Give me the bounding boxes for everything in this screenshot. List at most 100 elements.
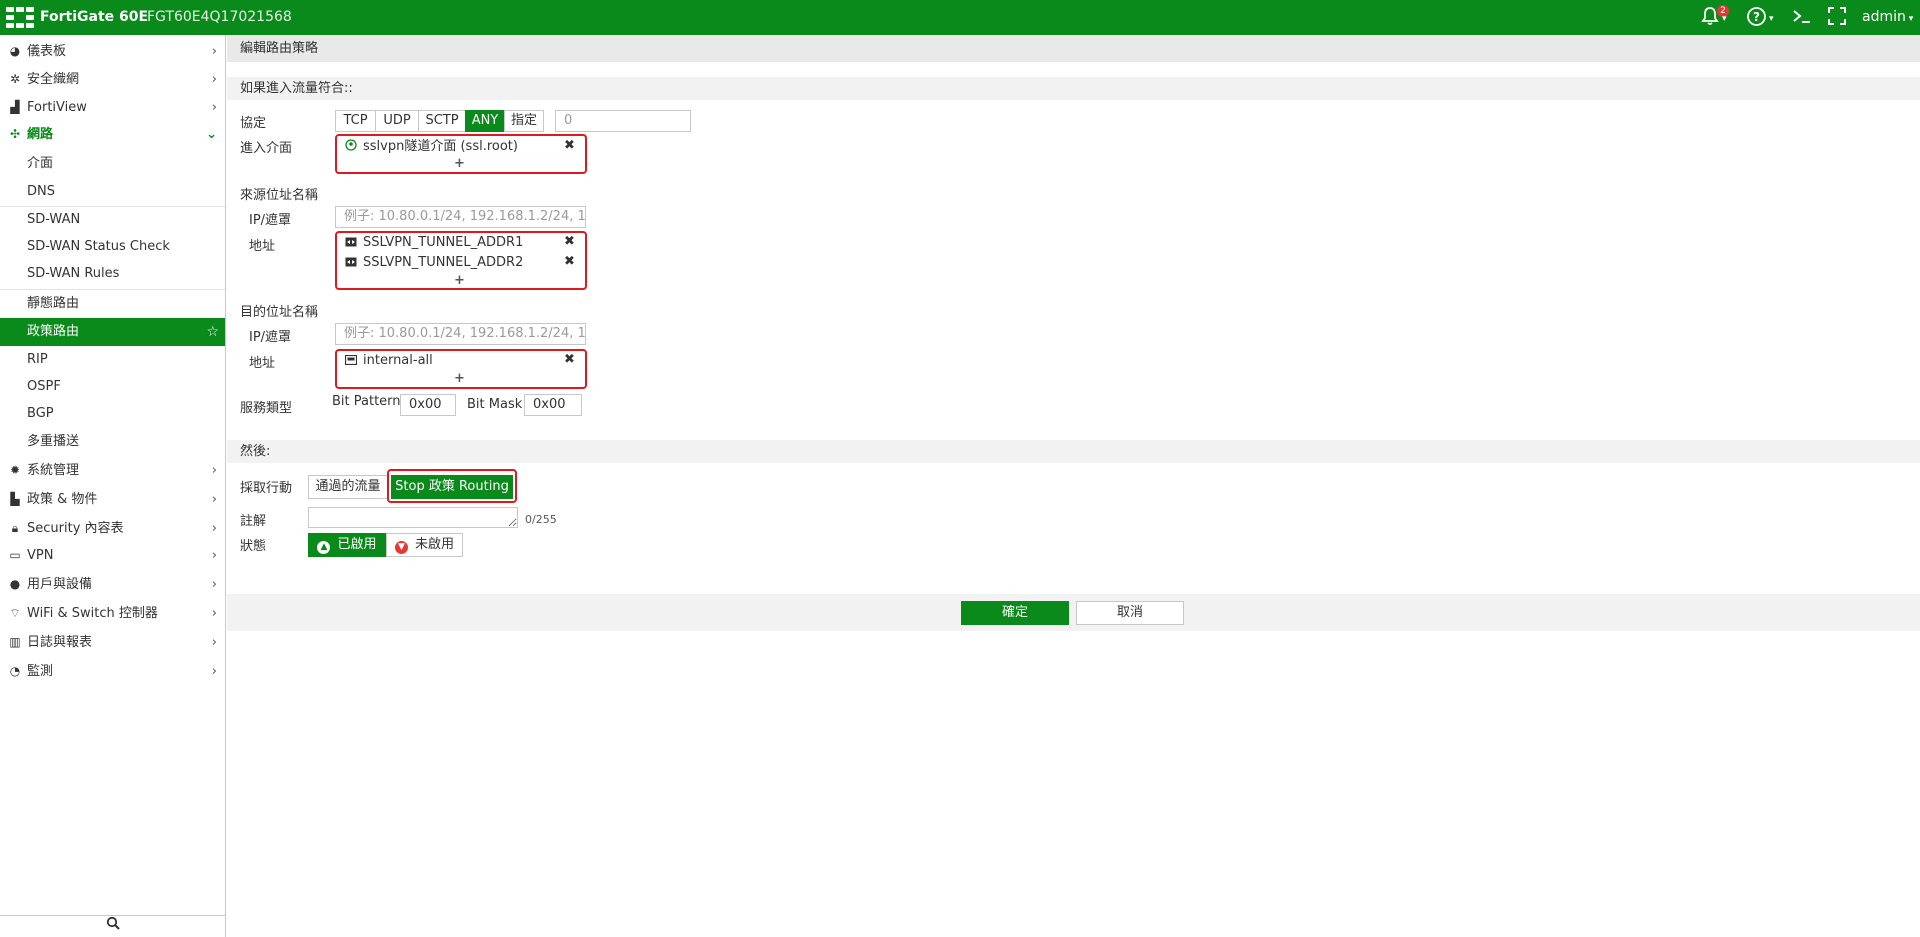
fullscreen-icon[interactable] bbox=[1827, 6, 1847, 28]
protocol-label: 協定 bbox=[240, 116, 267, 131]
sidebar-item-label: 系統管理 bbox=[27, 463, 80, 478]
admin-label: admin bbox=[1862, 9, 1906, 25]
sidebar-item-wifi-switch[interactable]: ⌔ WiFi & Switch 控制器 › bbox=[0, 600, 225, 627]
sidebar-item-label: 安全織網 bbox=[27, 72, 80, 87]
remove-icon[interactable]: ✖ bbox=[564, 234, 575, 249]
source-ip-mask-label: IP/遮罩 bbox=[249, 213, 292, 228]
sidebar-item-user-device[interactable]: ● 用戶與設備 › bbox=[0, 571, 225, 598]
sidebar-item-sd-wan-status-check[interactable]: SD-WAN Status Check bbox=[0, 233, 225, 260]
sidebar-item-system[interactable]: ✹ 系統管理 › bbox=[0, 457, 225, 484]
sidebar-item-log-report[interactable]: ▥ 日誌與報表 › bbox=[0, 629, 225, 656]
remove-icon[interactable]: ✖ bbox=[564, 352, 575, 367]
add-icon[interactable]: + bbox=[454, 156, 465, 171]
page-title: 編輯路由策略 bbox=[227, 35, 1920, 62]
source-address-field-label: 地址 bbox=[249, 239, 276, 254]
policy-icon: ▙ bbox=[10, 492, 20, 506]
sidebar-item-label: WiFi & Switch 控制器 bbox=[27, 606, 158, 621]
destination-address-entry[interactable]: internal-all bbox=[344, 352, 433, 370]
sidebar-item-ospf[interactable]: OSPF bbox=[0, 373, 225, 400]
status-disabled-button[interactable]: ▼ 未啟用 bbox=[386, 533, 463, 557]
add-icon[interactable]: + bbox=[454, 371, 465, 386]
sidebar-item-label: FortiView bbox=[27, 100, 87, 115]
cancel-button[interactable]: 取消 bbox=[1076, 601, 1184, 625]
help-dropdown-caret-icon[interactable]: ▾ bbox=[1769, 8, 1774, 30]
protocol-number-input[interactable]: 0 bbox=[555, 110, 691, 132]
action-accept-button[interactable]: 通過的流量 bbox=[308, 475, 388, 499]
bit-pattern-label: Bit Pattern bbox=[332, 394, 401, 409]
sidebar: ◕ 儀表板 › ✲ 安全織網 › ▟ FortiView › ✣ 網路 ⌄ 介面… bbox=[0, 35, 226, 937]
source-ip-mask-input[interactable]: 例子: 10.80.0.1/24, 192.168.1.2/24, 10. bbox=[335, 206, 586, 228]
form-footer bbox=[227, 594, 1920, 631]
sidebar-item-security-fabric[interactable]: ✲ 安全織網 › bbox=[0, 66, 225, 93]
protocol-sctp-button[interactable]: SCTP bbox=[418, 110, 466, 132]
bit-mask-label: Bit Mask bbox=[467, 397, 523, 412]
network-icon: ✣ bbox=[9, 127, 21, 141]
protocol-udp-button[interactable]: UDP bbox=[375, 110, 419, 132]
bit-pattern-input[interactable]: 0x00 bbox=[400, 394, 456, 416]
chevron-right-icon: › bbox=[211, 548, 217, 563]
sidebar-item-sd-wan[interactable]: SD-WAN bbox=[0, 206, 225, 233]
comment-textarea[interactable] bbox=[308, 507, 518, 528]
sidebar-item-sd-wan-rules[interactable]: SD-WAN Rules bbox=[0, 260, 225, 287]
chevron-right-icon: › bbox=[211, 635, 217, 650]
status-label: 狀態 bbox=[240, 539, 267, 554]
sidebar-item-label: 網路 bbox=[27, 127, 54, 142]
sidebar-item-monitor[interactable]: ◔ 監測 › bbox=[0, 658, 225, 685]
source-address-entry[interactable]: SSLVPN_TUNNEL_ADDR2 bbox=[345, 254, 523, 272]
destination-ip-mask-input[interactable]: 例子: 10.80.0.1/24, 192.168.1.2/24, 10. bbox=[335, 323, 586, 345]
comment-label: 註解 bbox=[240, 514, 267, 529]
status-enabled-button[interactable]: ▲ 已啟用 bbox=[308, 533, 386, 557]
search-icon bbox=[106, 916, 120, 930]
sidebar-item-vpn[interactable]: ▭ VPN › bbox=[0, 542, 225, 569]
add-icon[interactable]: + bbox=[454, 273, 465, 288]
sidebar-item-dashboard[interactable]: ◕ 儀表板 › bbox=[0, 38, 225, 65]
then-section-header: 然後: bbox=[227, 440, 1920, 463]
star-icon[interactable]: ☆ bbox=[206, 318, 219, 346]
remove-icon[interactable]: ✖ bbox=[564, 138, 575, 153]
svg-text:?: ? bbox=[1753, 10, 1760, 24]
chevron-right-icon: › bbox=[211, 664, 217, 679]
protocol-tcp-button[interactable]: TCP bbox=[335, 110, 376, 132]
user-icon: ● bbox=[9, 577, 21, 591]
fabric-icon: ✲ bbox=[9, 72, 21, 86]
sidebar-item-label: SD-WAN Rules bbox=[27, 266, 120, 281]
sidebar-item-policy-routes[interactable]: 政策路由 ☆ bbox=[0, 318, 225, 346]
incoming-interface-entry[interactable]: sslvpn隧道介面 (ssl.root) bbox=[345, 138, 518, 156]
sidebar-item-bgp[interactable]: BGP bbox=[0, 400, 225, 427]
source-address-value: SSLVPN_TUNNEL_ADDR1 bbox=[363, 235, 524, 250]
sidebar-item-dns[interactable]: DNS bbox=[0, 178, 225, 205]
chevron-right-icon: › bbox=[211, 577, 217, 592]
wifi-icon: ⌔ bbox=[9, 606, 21, 620]
sidebar-item-fortiview[interactable]: ▟ FortiView › bbox=[0, 94, 225, 121]
protocol-any-button[interactable]: ANY bbox=[465, 110, 505, 132]
source-address-entry[interactable]: SSLVPN_TUNNEL_ADDR1 bbox=[345, 234, 523, 252]
chevron-right-icon: › bbox=[211, 100, 217, 115]
sidebar-item-static-routes[interactable]: 靜態路由 bbox=[0, 290, 225, 317]
sidebar-search-button[interactable] bbox=[0, 915, 225, 937]
tos-label: 服務類型 bbox=[240, 401, 293, 416]
help-icon[interactable]: ? bbox=[1746, 6, 1767, 28]
sidebar-item-label: VPN bbox=[27, 548, 54, 563]
ok-button[interactable]: 確定 bbox=[961, 601, 1069, 625]
source-address-label: 來源位址名稱 bbox=[240, 188, 319, 203]
admin-menu[interactable]: admin ▾ bbox=[1862, 9, 1913, 25]
sidebar-item-label: 儀表板 bbox=[27, 44, 67, 59]
sidebar-item-interfaces[interactable]: 介面 bbox=[0, 150, 225, 177]
remove-icon[interactable]: ✖ bbox=[564, 254, 575, 269]
protocol-specify-button[interactable]: 指定 bbox=[504, 110, 544, 132]
sidebar-item-label: OSPF bbox=[27, 379, 61, 394]
bell-dropdown-caret-icon[interactable]: ▾ bbox=[1722, 8, 1727, 30]
sidebar-item-rip[interactable]: RIP bbox=[0, 346, 225, 373]
sidebar-item-network[interactable]: ✣ 網路 ⌄ bbox=[0, 121, 225, 148]
sidebar-item-label: 多重播送 bbox=[27, 434, 80, 449]
bit-mask-input[interactable]: 0x00 bbox=[524, 394, 582, 416]
chevron-down-icon: ⌄ bbox=[206, 127, 217, 142]
sidebar-item-policy-objects[interactable]: ▙ 政策 & 物件 › bbox=[0, 486, 225, 513]
cli-console-icon[interactable] bbox=[1792, 6, 1812, 28]
sidebar-item-label: BGP bbox=[27, 406, 54, 421]
address-icon bbox=[345, 255, 357, 267]
sidebar-item-multicast[interactable]: 多重播送 bbox=[0, 428, 225, 455]
sidebar-item-security-profiles[interactable]: 🔒︎ Security 內容表 › bbox=[0, 515, 225, 542]
sidebar-item-label: 監測 bbox=[27, 664, 54, 679]
sidebar-item-label: 用戶與設備 bbox=[27, 577, 93, 592]
